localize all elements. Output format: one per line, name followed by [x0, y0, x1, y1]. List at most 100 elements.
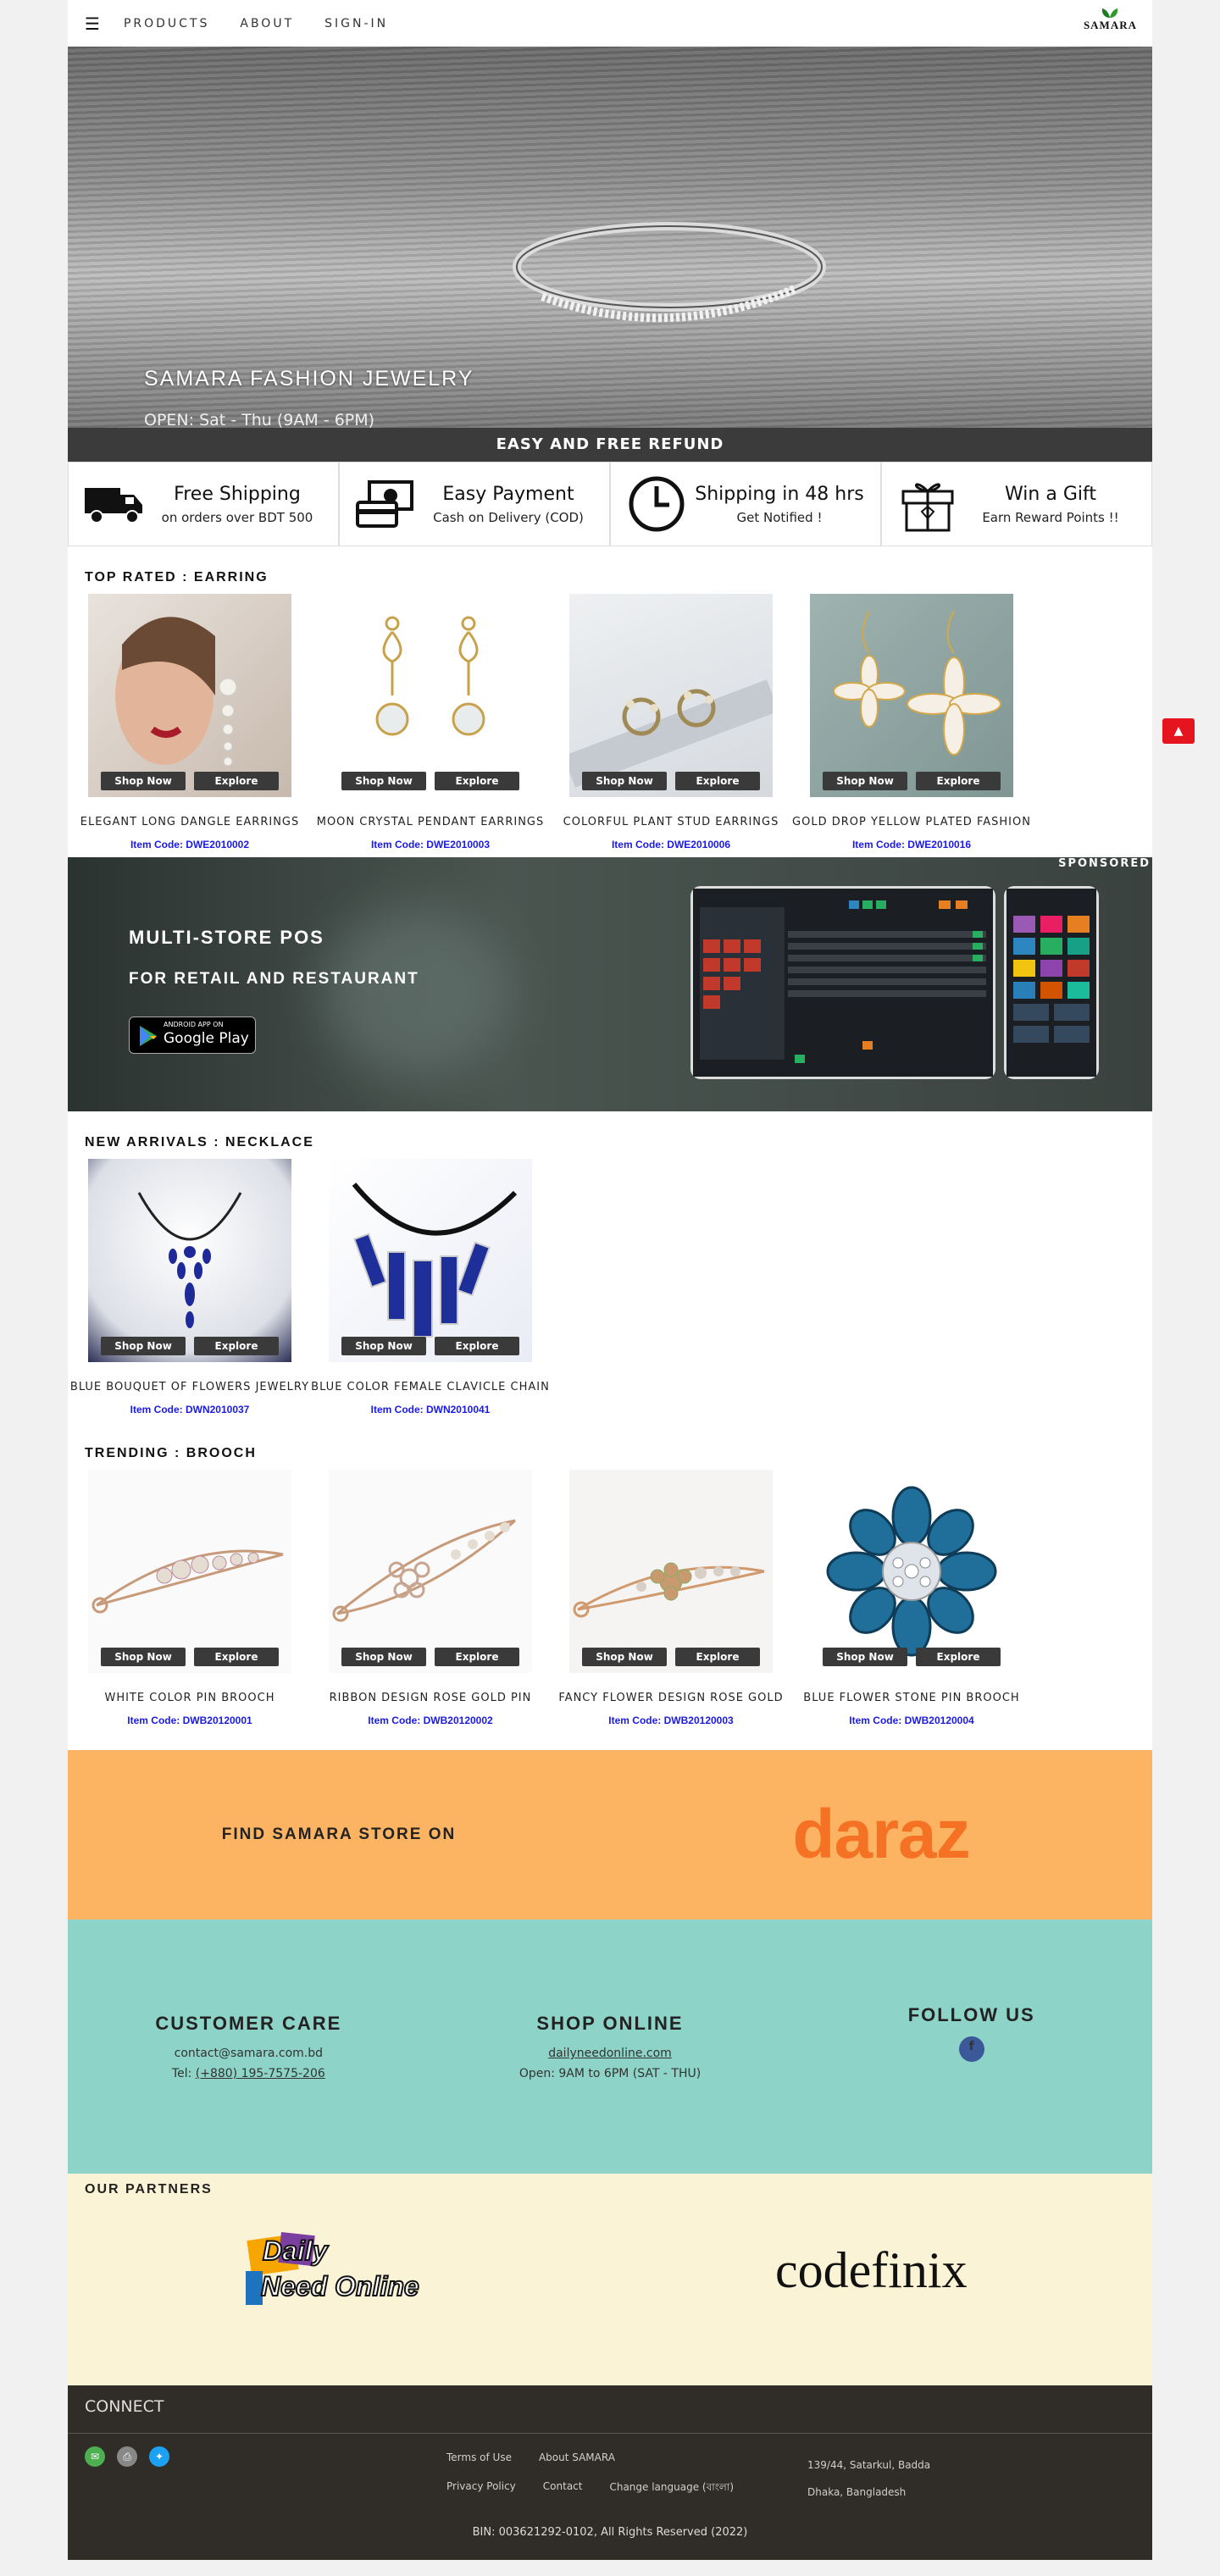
- explore-button[interactable]: Explore: [675, 772, 760, 790]
- nav-sign-in[interactable]: SIGN-IN: [324, 17, 388, 30]
- product-name[interactable]: MOON CRYSTAL PENDANT EARRINGS: [310, 816, 551, 828]
- product-image[interactable]: Shop Now Explore: [88, 594, 291, 797]
- brooch-section: TRENDING : BROOCH Shop Now Explore WHITE …: [68, 1422, 1152, 1750]
- twitter-icon[interactable]: ✦: [149, 2446, 169, 2467]
- footer-social: ✉ ⎙ ✦: [85, 2446, 169, 2467]
- shop-now-button[interactable]: Shop Now: [101, 1337, 186, 1355]
- shop-hours: Open: 9AM to 6PM (SAT - THU): [518, 2067, 702, 2080]
- product-name[interactable]: WHITE COLOR PIN BROOCH: [69, 1692, 310, 1704]
- ring-image: [513, 222, 826, 323]
- footer-links: Terms of Use About SAMARA Privacy Policy…: [446, 2451, 734, 2514]
- top-nav: ☰ PRODUCTS ABOUT SIGN-IN SAMARA: [68, 0, 1152, 47]
- product-image[interactable]: Shop Now Explore: [329, 594, 532, 797]
- shop-now-button[interactable]: Shop Now: [341, 1648, 426, 1666]
- partner1-line2: Need Online: [260, 2270, 420, 2302]
- shop-now-button[interactable]: Shop Now: [582, 1648, 667, 1666]
- shop-now-button[interactable]: Shop Now: [823, 1648, 907, 1666]
- codefinix-logo[interactable]: codefinix: [775, 2241, 968, 2300]
- link-privacy[interactable]: Privacy Policy: [446, 2480, 516, 2497]
- link-change-language[interactable]: Change language (বাংলা): [609, 2480, 734, 2497]
- product-image[interactable]: Shop Now Explore: [810, 594, 1013, 797]
- hamburger-menu-icon[interactable]: ☰: [85, 14, 100, 34]
- explore-button[interactable]: Explore: [435, 1648, 519, 1666]
- feature-win-gift: Win a Gift Earn Reward Points !!: [881, 462, 1152, 546]
- care-tel-link[interactable]: (+880) 195-7575-206: [196, 2067, 325, 2080]
- email-icon[interactable]: ✉: [85, 2446, 105, 2467]
- shop-now-button[interactable]: Shop Now: [341, 1337, 426, 1355]
- product-name[interactable]: COLORFUL PLANT STUD EARRINGS: [551, 816, 791, 828]
- product-image[interactable]: Shop Now Explore: [569, 1470, 773, 1673]
- explore-button[interactable]: Explore: [435, 1337, 519, 1355]
- explore-button[interactable]: Explore: [435, 772, 519, 790]
- shop-now-button[interactable]: Shop Now: [101, 772, 186, 790]
- footer-connect: CONNECT: [85, 2397, 164, 2416]
- link-contact[interactable]: Contact: [543, 2480, 583, 2497]
- product-name[interactable]: BLUE COLOR FEMALE CLAVICLE CHAIN: [310, 1381, 551, 1393]
- section-heading: TRENDING : BROOCH: [85, 1446, 257, 1460]
- link-about[interactable]: About SAMARA: [539, 2451, 615, 2463]
- follow-us: FOLLOW US f: [790, 2004, 1152, 2174]
- shop-now-button[interactable]: Shop Now: [823, 772, 907, 790]
- shop-url-link[interactable]: dailyneedonline.com: [548, 2047, 672, 2060]
- product-name[interactable]: GOLD DROP YELLOW PLATED FASHION: [791, 816, 1032, 828]
- daraz-logo-text: daraz: [792, 1796, 970, 1873]
- explore-button[interactable]: Explore: [194, 1648, 279, 1666]
- daily-need-online-logo[interactable]: Daily Need Online: [246, 2229, 441, 2313]
- product-image[interactable]: Shop Now Explore: [810, 1470, 1013, 1673]
- earring-section: TOP RATED : EARRING Shop Now Explore ELEG…: [68, 546, 1152, 857]
- product-name[interactable]: BLUE FLOWER STONE PIN BROOCH: [791, 1692, 1032, 1704]
- product-image[interactable]: Shop Now Explore: [88, 1159, 291, 1362]
- product-image[interactable]: Shop Now Explore: [329, 1470, 532, 1673]
- facebook-icon[interactable]: f: [958, 2036, 984, 2062]
- product-card: Shop Now Explore BLUE BOUQUET OF FLOWERS …: [69, 1159, 310, 1415]
- shop-now-button[interactable]: Shop Now: [101, 1648, 186, 1666]
- customer-care: CUSTOMER CARE contact@samara.com.bd Tel:…: [68, 2013, 430, 2174]
- contact-section: CUSTOMER CARE contact@samara.com.bd Tel:…: [68, 1920, 1152, 2174]
- address-line2: Dhaka, Bangladesh: [807, 2486, 907, 2498]
- tablet-image: [690, 886, 995, 1079]
- gift-icon: [894, 474, 962, 534]
- product-image[interactable]: Shop Now Explore: [569, 594, 773, 797]
- explore-button[interactable]: Explore: [194, 772, 279, 790]
- feature-title: Free Shipping: [174, 483, 301, 505]
- nav-about[interactable]: ABOUT: [240, 17, 294, 30]
- product-image[interactable]: Shop Now Explore: [329, 1159, 532, 1362]
- print-icon[interactable]: ⎙: [117, 2446, 137, 2467]
- product-card: Shop Now Explore ELEGANT LONG DANGLE EARR…: [69, 594, 310, 850]
- badge-big-text: Google Play: [164, 1030, 249, 1047]
- shop-now-button[interactable]: Shop Now: [341, 772, 426, 790]
- explore-button[interactable]: Explore: [194, 1337, 279, 1355]
- daraz-logo[interactable]: daraz: [610, 1795, 1152, 1875]
- sponsored-pos-banner[interactable]: SPONSORED MULTI-STORE POS FOR RETAIL AND…: [68, 857, 1152, 1111]
- product-name[interactable]: BLUE BOUQUET OF FLOWERS JEWELRY: [69, 1381, 310, 1393]
- daraz-banner: FIND SAMARA STORE ON daraz: [68, 1750, 1152, 1920]
- explore-button[interactable]: Explore: [675, 1648, 760, 1666]
- feature-sub: on orders over BDT 500: [161, 509, 313, 525]
- hero-hours: OPEN: Sat - Thu (9AM - 6PM): [144, 411, 375, 428]
- product-code: Item Code: DWE2010016: [851, 839, 972, 850]
- address-line1: 139/44, Satarkul, Badda: [807, 2459, 931, 2471]
- product-card: Shop Now Explore BLUE COLOR FEMALE CLAVIC…: [310, 1159, 551, 1415]
- page: ☰ PRODUCTS ABOUT SIGN-IN SAMARA SAMARA F…: [68, 0, 1152, 2560]
- samara-logo[interactable]: SAMARA: [1084, 7, 1137, 32]
- truck-icon: [80, 474, 148, 534]
- footer-bin: BIN: 003621292-0102, All Rights Reserved…: [472, 2526, 748, 2539]
- tel-prefix: Tel:: [171, 2067, 196, 2080]
- product-card: Shop Now Explore GOLD DROP YELLOW PLATED …: [791, 594, 1032, 850]
- product-name[interactable]: RIBBON DESIGN ROSE GOLD PIN: [310, 1692, 551, 1704]
- product-name[interactable]: FANCY FLOWER DESIGN ROSE GOLD: [551, 1692, 791, 1704]
- explore-button[interactable]: Explore: [916, 772, 1001, 790]
- section-heading: NEW ARRIVALS : NECKLACE: [85, 1135, 314, 1150]
- explore-button[interactable]: Explore: [916, 1648, 1001, 1666]
- google-play-badge[interactable]: ANDROID APP ON Google Play: [129, 1017, 256, 1054]
- feature-easy-payment: Easy Payment Cash on Delivery (COD): [339, 462, 610, 546]
- shop-now-button[interactable]: Shop Now: [582, 772, 667, 790]
- product-name[interactable]: ELEGANT LONG DANGLE EARRINGS: [69, 816, 310, 828]
- care-email[interactable]: contact@samara.com.bd: [68, 2043, 430, 2064]
- product-card: Shop Now Explore FANCY FLOWER DESIGN ROSE…: [551, 1470, 791, 1726]
- product-image[interactable]: Shop Now Explore: [88, 1470, 291, 1673]
- product-code: Item Code: DWE2010002: [130, 839, 250, 850]
- nav-products[interactable]: PRODUCTS: [124, 17, 209, 30]
- link-terms[interactable]: Terms of Use: [446, 2451, 512, 2463]
- scroll-to-top-button[interactable]: ▲: [1162, 718, 1195, 744]
